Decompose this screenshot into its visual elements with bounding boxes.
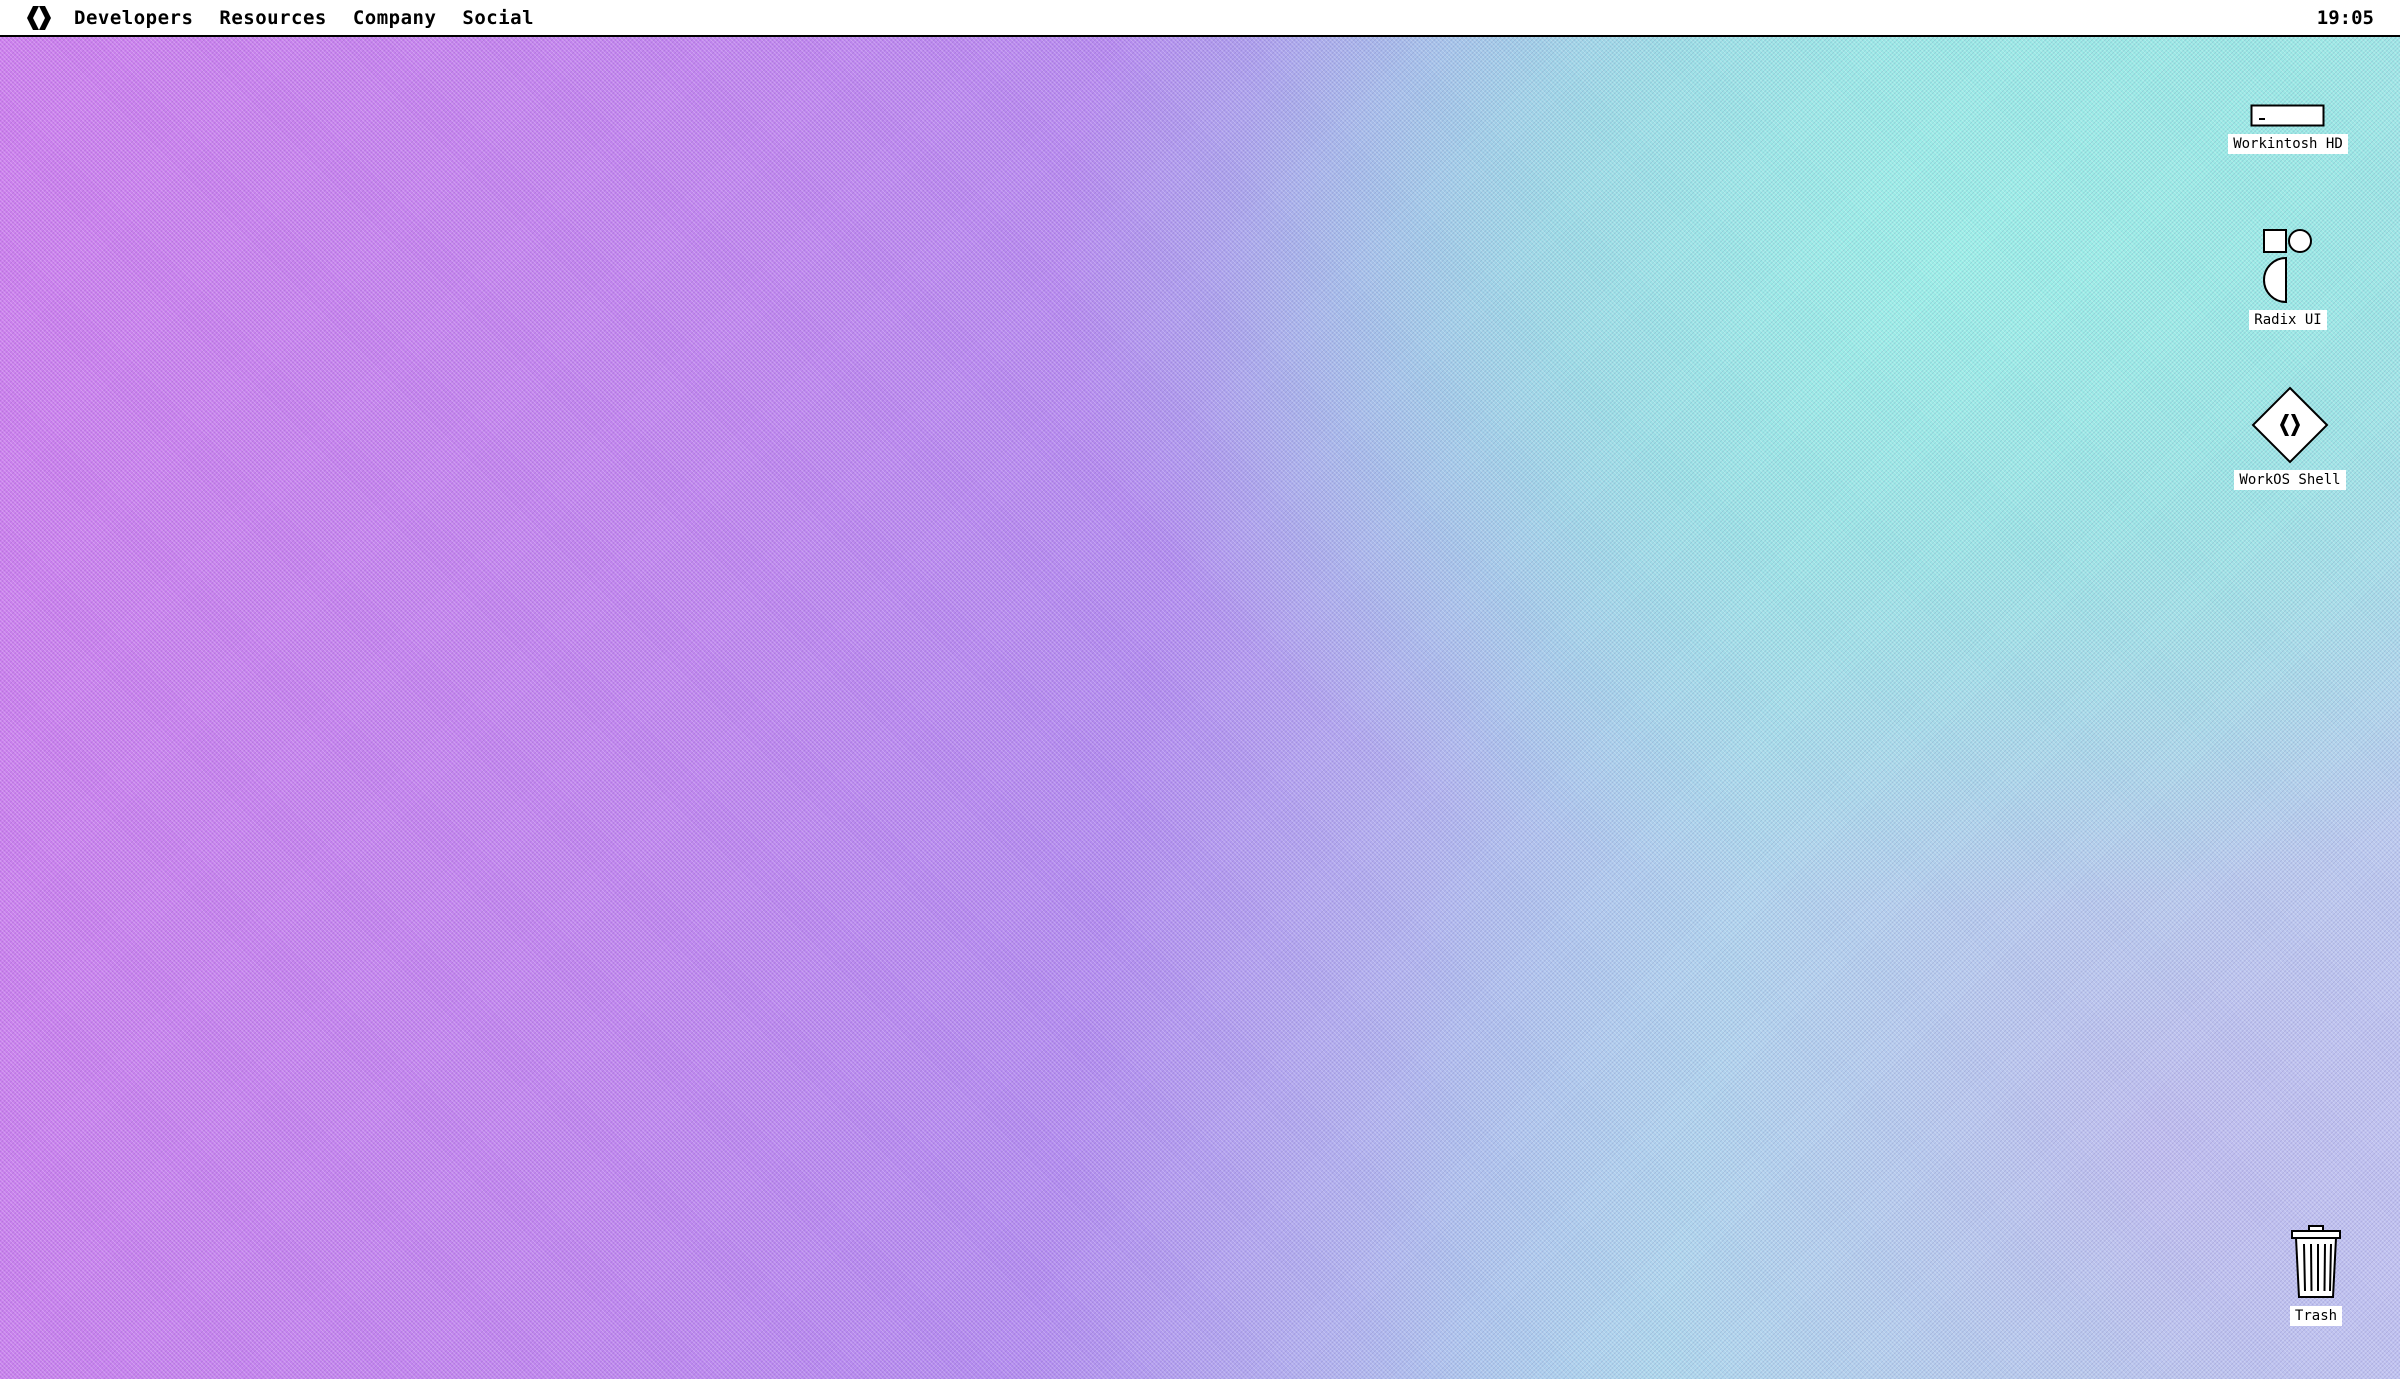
desktop-icon-radix-ui[interactable]: Radix UI	[2248, 226, 2328, 330]
desktop-icon-trash[interactable]: Trash	[2276, 1224, 2356, 1326]
menu-resources[interactable]: Resources	[219, 7, 326, 29]
menu-developers[interactable]: Developers	[74, 7, 193, 29]
menubar-clock: 19:05	[2316, 7, 2374, 29]
desktop-icon-label: Workintosh HD	[2228, 134, 2348, 154]
radix-shapes-icon	[2260, 226, 2316, 304]
desktop-icon-workos-shell[interactable]: WorkOS Shell	[2228, 386, 2352, 490]
workos-diamond-icon	[2251, 386, 2329, 464]
workos-logo-icon[interactable]	[22, 1, 56, 35]
hard-drive-icon	[2250, 100, 2326, 128]
desktop-icon-workintosh-hd[interactable]: Workintosh HD	[2228, 100, 2348, 154]
menu-company[interactable]: Company	[353, 7, 437, 29]
menu-social[interactable]: Social	[462, 7, 534, 29]
trash-can-icon	[2289, 1224, 2343, 1300]
desktop-icon-label: Trash	[2289, 1306, 2343, 1326]
desktop-icon-label: Radix UI	[2249, 310, 2327, 330]
desktop-icon-label: WorkOS Shell	[2234, 470, 2346, 490]
menu-bar: Developers Resources Company Social 19:0…	[0, 0, 2400, 37]
desktop-wallpaper[interactable]	[0, 0, 2400, 1379]
